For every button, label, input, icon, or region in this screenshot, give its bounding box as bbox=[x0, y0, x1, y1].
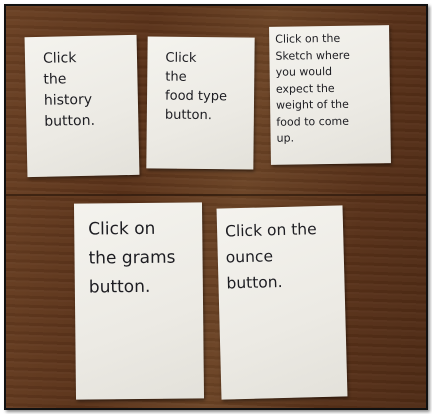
card-text: Click on the Sketch where you would expe… bbox=[275, 31, 350, 145]
instruction-card-food-type: Click the food type button. bbox=[146, 36, 255, 170]
card-text: Click the food type button. bbox=[164, 50, 228, 124]
card-text: Click the history button. bbox=[42, 50, 96, 130]
wooden-table: Click the history button. Click the food… bbox=[6, 6, 426, 408]
instruction-card-ounce: Click on the ounce button. bbox=[216, 205, 348, 400]
card-text: Click on the grams button. bbox=[88, 218, 176, 298]
instruction-card-history: Click the history button. bbox=[24, 34, 140, 178]
table-plank-seam bbox=[6, 194, 426, 196]
photo-frame: Click the history button. Click the food… bbox=[4, 4, 428, 410]
instruction-card-sketch: Click on the Sketch where you would expe… bbox=[269, 25, 391, 165]
instruction-card-grams: Click on the grams button. bbox=[73, 202, 205, 400]
card-text: Click on the ounce button. bbox=[224, 220, 317, 293]
